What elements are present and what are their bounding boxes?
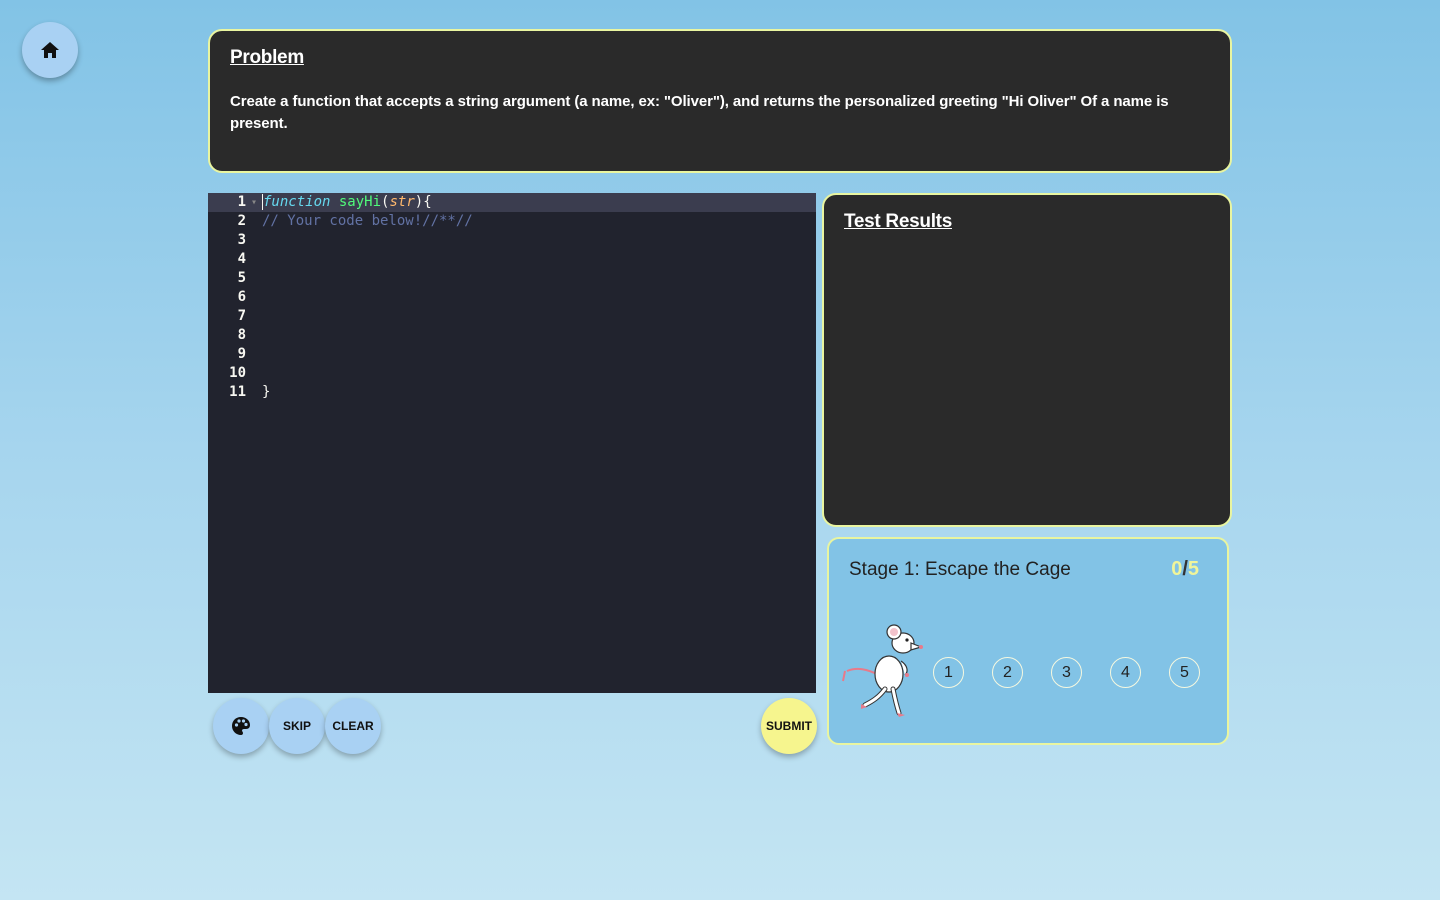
submit-button[interactable]: SUBMIT — [761, 698, 817, 754]
line-number: 11 — [229, 384, 246, 400]
line-number: 8 — [237, 327, 246, 343]
stage-title: Stage 1: Escape the Cage — [849, 559, 1071, 580]
code-line[interactable]: 5 — [208, 269, 816, 288]
code-comment: // Your code below!//**// — [262, 213, 473, 229]
skip-button[interactable]: SKIP — [269, 698, 325, 754]
mouse-icon — [842, 624, 923, 717]
score-current: 0 — [1171, 558, 1183, 580]
line-number: 1 ▾ — [237, 193, 257, 212]
line-number: 9 — [237, 346, 246, 362]
test-results-panel: Test Results — [822, 193, 1232, 527]
problem-title: Problem — [230, 47, 304, 68]
code-line[interactable]: 11 } — [208, 383, 816, 402]
palette-icon — [232, 717, 250, 735]
line-number: 3 — [237, 232, 246, 248]
code-editor[interactable]: 1 ▾ function sayHi(str){ 2 // Your code b… — [208, 193, 816, 693]
stage-step: 4 — [1110, 657, 1141, 688]
line-number: 5 — [237, 270, 246, 286]
code-line[interactable]: 1 ▾ function sayHi(str){ — [208, 193, 816, 212]
code-line[interactable]: 10 — [208, 364, 816, 383]
clear-button[interactable]: CLEAR — [325, 698, 381, 754]
stage-progress-panel: Stage 1: Escape the Cage 0/5 1 2 3 4 5 — [827, 537, 1229, 745]
code-line[interactable]: 2 // Your code below!//**// — [208, 212, 816, 231]
code-param: str — [389, 194, 415, 210]
problem-description: Create a function that accepts a string … — [230, 93, 1169, 132]
code-keyword: function — [263, 194, 331, 210]
theme-button[interactable] — [213, 698, 269, 754]
home-icon — [41, 42, 59, 58]
line-number: 6 — [237, 289, 246, 305]
line-number: 2 — [237, 213, 246, 229]
code-line[interactable]: 4 — [208, 250, 816, 269]
code-closing-brace: } — [262, 384, 271, 400]
code-line[interactable]: 8 — [208, 326, 816, 345]
test-results-title: Test Results — [844, 211, 952, 232]
problem-panel: Problem Create a function that accepts a… — [208, 29, 1232, 173]
fold-icon[interactable]: ▾ — [251, 193, 257, 212]
stage-step: 2 — [992, 657, 1023, 688]
code-line[interactable]: 7 — [208, 307, 816, 326]
stage-step: 1 — [933, 657, 964, 688]
stage-score: 0/5 — [1171, 558, 1199, 581]
stage-step: 5 — [1169, 657, 1200, 688]
code-paren-close: ){ — [414, 194, 432, 210]
code-function-name: sayHi — [338, 194, 382, 210]
code-line[interactable]: 3 — [208, 231, 816, 250]
code-line[interactable]: 9 — [208, 345, 816, 364]
code-line[interactable]: 6 — [208, 288, 816, 307]
score-total: 5 — [1187, 558, 1199, 580]
stage-step: 3 — [1051, 657, 1082, 688]
line-number: 10 — [229, 365, 246, 381]
line-number: 7 — [237, 308, 246, 324]
line-number: 4 — [237, 251, 246, 267]
home-button[interactable] — [22, 22, 78, 78]
